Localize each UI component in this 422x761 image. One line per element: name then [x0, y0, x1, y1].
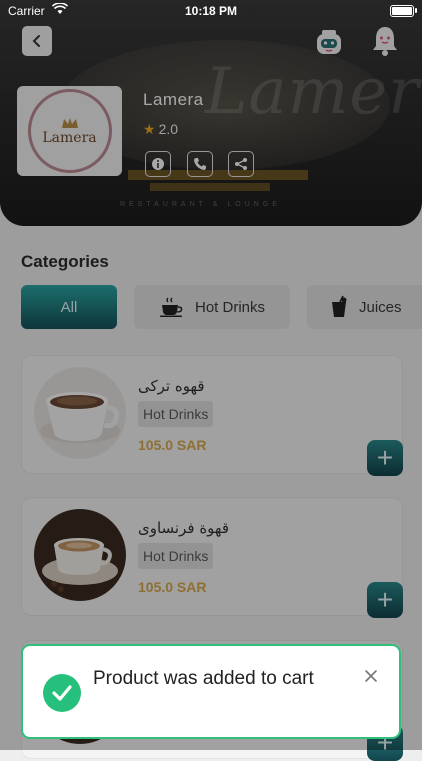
toast-message: Product was added to cart — [93, 668, 314, 689]
product-category-tag: Hot Drinks — [138, 401, 214, 427]
phone-icon — [194, 158, 206, 170]
logo-text: Lamera — [42, 130, 97, 146]
category-label: Hot Drinks — [194, 298, 265, 316]
store-logo: Lamera — [17, 86, 122, 176]
product-price: 105.0 SAR — [138, 437, 207, 453]
crown-icon — [61, 118, 78, 128]
toast-close-button[interactable] — [361, 666, 381, 686]
category-label: All — [60, 298, 78, 316]
clock: 10:18 PM — [184, 4, 238, 18]
logo-ring: Lamera — [27, 89, 112, 173]
categories-title: Categories — [21, 252, 109, 271]
store-rating: ★ 2.0 — [143, 121, 178, 138]
add-to-cart-button[interactable]: + — [367, 440, 403, 476]
status-bar: Carrier 10:18 PM — [0, 0, 422, 22]
product-image-turkish-coffee — [34, 367, 126, 459]
category-label: Juices — [359, 298, 402, 316]
rating-value: 2.0 — [158, 121, 179, 137]
hot-cup-icon — [159, 297, 185, 317]
plus-icon: + — [376, 584, 394, 615]
juice-glass-icon — [329, 295, 349, 319]
info-button[interactable] — [145, 151, 171, 177]
category-tab-hot-drinks[interactable]: Hot Drinks — [134, 285, 290, 329]
add-to-cart-button[interactable]: + — [367, 582, 403, 618]
product-price: 105.0 SAR — [138, 579, 207, 595]
chatbot-button[interactable] — [313, 26, 345, 58]
banner-subtitle: RESTAURANT & LOUNGE — [120, 201, 281, 208]
battery-icon — [390, 5, 417, 17]
plus-icon: + — [376, 442, 394, 473]
product-image-french-coffee — [34, 509, 126, 601]
added-to-cart-toast: Product was added to cart — [21, 644, 401, 739]
product-name: قهوه تركى — [138, 377, 205, 395]
store-name: Lamera — [143, 90, 204, 109]
category-tab-juices[interactable]: Juices — [307, 285, 422, 329]
check-circle-icon — [43, 674, 81, 712]
back-button[interactable] — [22, 26, 52, 56]
banner-script-text: Lamera — [205, 55, 422, 129]
share-icon — [235, 158, 247, 170]
robot-icon — [317, 30, 341, 54]
product-name: قهوة فرنساوى — [138, 519, 230, 537]
share-button[interactable] — [228, 151, 254, 177]
chevron-left-icon — [32, 35, 40, 47]
banner-gold-strip-2 — [150, 183, 270, 191]
info-icon — [152, 158, 164, 170]
notifications-button[interactable] — [369, 24, 401, 58]
product-card[interactable]: قهوه تركى Hot Drinks 105.0 SAR + — [21, 355, 403, 476]
product-card[interactable]: قهوة فرنساوى Hot Drinks 105.0 SAR + — [21, 497, 403, 618]
close-icon — [365, 670, 377, 682]
product-category-tag: Hot Drinks — [138, 543, 214, 569]
category-tab-all[interactable]: All — [21, 285, 117, 329]
bell-icon — [373, 27, 397, 56]
star-icon: ★ — [143, 121, 156, 137]
call-button[interactable] — [187, 151, 213, 177]
